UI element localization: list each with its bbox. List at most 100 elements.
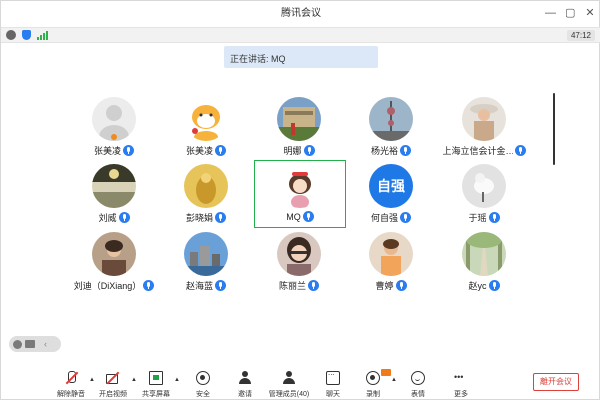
avatar [369,97,413,141]
mic-icon [215,145,226,156]
mute-label: 解除静音 [57,391,85,398]
participant-scrollbar[interactable] [553,93,555,165]
participant-tile[interactable]: 张美凌 [161,97,251,165]
participant-name: 张美凌 [93,146,121,156]
participant-tile[interactable]: 明娜 [254,97,344,165]
chat-button[interactable]: 聊天 [311,368,355,400]
more-label: 更多 [454,391,468,398]
participant-tile[interactable]: 刘迪（DiXiang） [69,232,159,300]
video-button[interactable]: 开启视频 [91,371,135,400]
participant-tile[interactable]: 张美凌 [69,97,159,165]
security-button[interactable]: 安全 [181,371,225,400]
avatar: 自强 [369,164,413,208]
avatar [278,164,322,208]
share-screen-icon [149,371,163,385]
security-label: 安全 [196,391,210,398]
participant-name: 彭晓娟 [185,213,213,223]
chat-label: 聊天 [326,391,340,398]
participant-name: 陈丽兰 [278,281,306,291]
avatar [277,232,321,276]
participant-name: 明娜 [283,146,302,156]
face-icon[interactable] [13,339,22,349]
status-icons [6,30,48,40]
maximize-icon[interactable]: ▢ [565,7,575,19]
leave-meeting-button[interactable]: 離开会议 [533,373,579,391]
mic-icon [143,280,155,291]
participant-tile[interactable]: 彭晓娟 [161,164,251,232]
mic-icon [395,280,407,291]
mic-icon [488,280,500,291]
meeting-duration: 47:12 [566,30,595,41]
mic-icon [303,145,315,156]
participant-name: MQ [286,211,301,222]
participant-tile[interactable]: 自强 何自强 [346,164,436,232]
record-icon [366,371,380,385]
info-icon[interactable] [6,30,16,40]
participant-tile[interactable]: 刘威 [69,164,159,232]
participant-tile[interactable]: 杨光裕 [346,97,436,165]
mic-icon [488,212,500,223]
mic-icon [308,280,319,291]
mic-icon [302,211,314,222]
members-label: 管理成员(40) [268,391,310,398]
avatar [462,232,506,276]
participant-tile[interactable]: MQ [255,164,345,232]
participant-tile[interactable]: 赵yc [439,232,529,300]
share-label: 共享屏幕 [142,391,170,398]
avatar [462,164,506,208]
mic-icon [514,145,526,156]
mute-button[interactable]: 解除静音 [49,371,93,400]
invite-label: 邀请 [238,391,252,398]
manage-members-button[interactable]: 管理成员(40) [267,371,311,400]
grid-view-icon[interactable] [25,340,35,348]
shield-icon[interactable] [22,30,31,40]
avatar [184,232,228,276]
avatar [92,164,136,208]
participant-name: 杨光裕 [370,146,398,156]
more-button[interactable]: 更多 [439,371,483,400]
add-person-icon [238,371,252,385]
reactions-button[interactable]: 表情 [396,371,440,400]
view-mini-controls[interactable]: ‹ [9,336,61,352]
invite-button[interactable]: 邀请 [223,371,267,400]
title-bar: 腾讯会议 — ▢ ✕ [1,1,600,27]
emoji-icon [411,371,425,385]
participant-name: 赵海蓝 [185,281,213,291]
speaking-indicator: 正在讲话: MQ [224,46,378,68]
avatar [462,97,506,141]
avatar [369,232,413,276]
share-screen-button[interactable]: 共享屏幕 [134,371,178,400]
participant-name: 赵yc [468,281,487,291]
mic-icon [123,145,134,156]
participant-tile[interactable]: 上海立信会计金… [439,97,529,165]
participant-tile[interactable]: 于瑶 [439,164,529,232]
close-icon[interactable]: ✕ [585,7,595,19]
avatar [184,97,228,141]
avatar [92,97,136,141]
mic-icon [400,212,411,223]
signal-icon[interactable] [37,30,48,40]
video-label: 开启视频 [99,391,127,398]
record-label: 录制 [366,391,380,398]
meeting-toolbar: 解除静音 ▲ 开启视频 ▲ 共享屏幕 ▲ 安全 邀请 管理成员(40) 聊天 [1,367,600,400]
avatar [277,97,321,141]
share-options-caret[interactable]: ▲ [174,377,180,383]
record-badge [381,369,391,376]
mic-icon [400,145,411,156]
participant-name: 刘威 [98,213,117,223]
chevron-left-icon[interactable]: ‹ [44,339,47,349]
more-icon [454,371,468,385]
participant-tile[interactable]: 赵海蓝 [161,232,251,300]
participant-name: 何自强 [370,213,398,223]
minimize-icon[interactable]: — [545,7,556,19]
speaking-text: 正在讲话: MQ [230,54,286,64]
chat-icon [326,368,340,385]
reactions-label: 表情 [411,391,425,398]
security-icon [196,371,210,385]
participant-name: 张美凌 [185,146,213,156]
participant-tile[interactable]: 曹婷 [346,232,436,300]
participant-name: 上海立信会计金… [442,146,513,156]
participant-tile[interactable]: 陈丽兰 [254,232,344,300]
avatar [184,164,228,208]
participant-name: 曹婷 [375,281,394,291]
